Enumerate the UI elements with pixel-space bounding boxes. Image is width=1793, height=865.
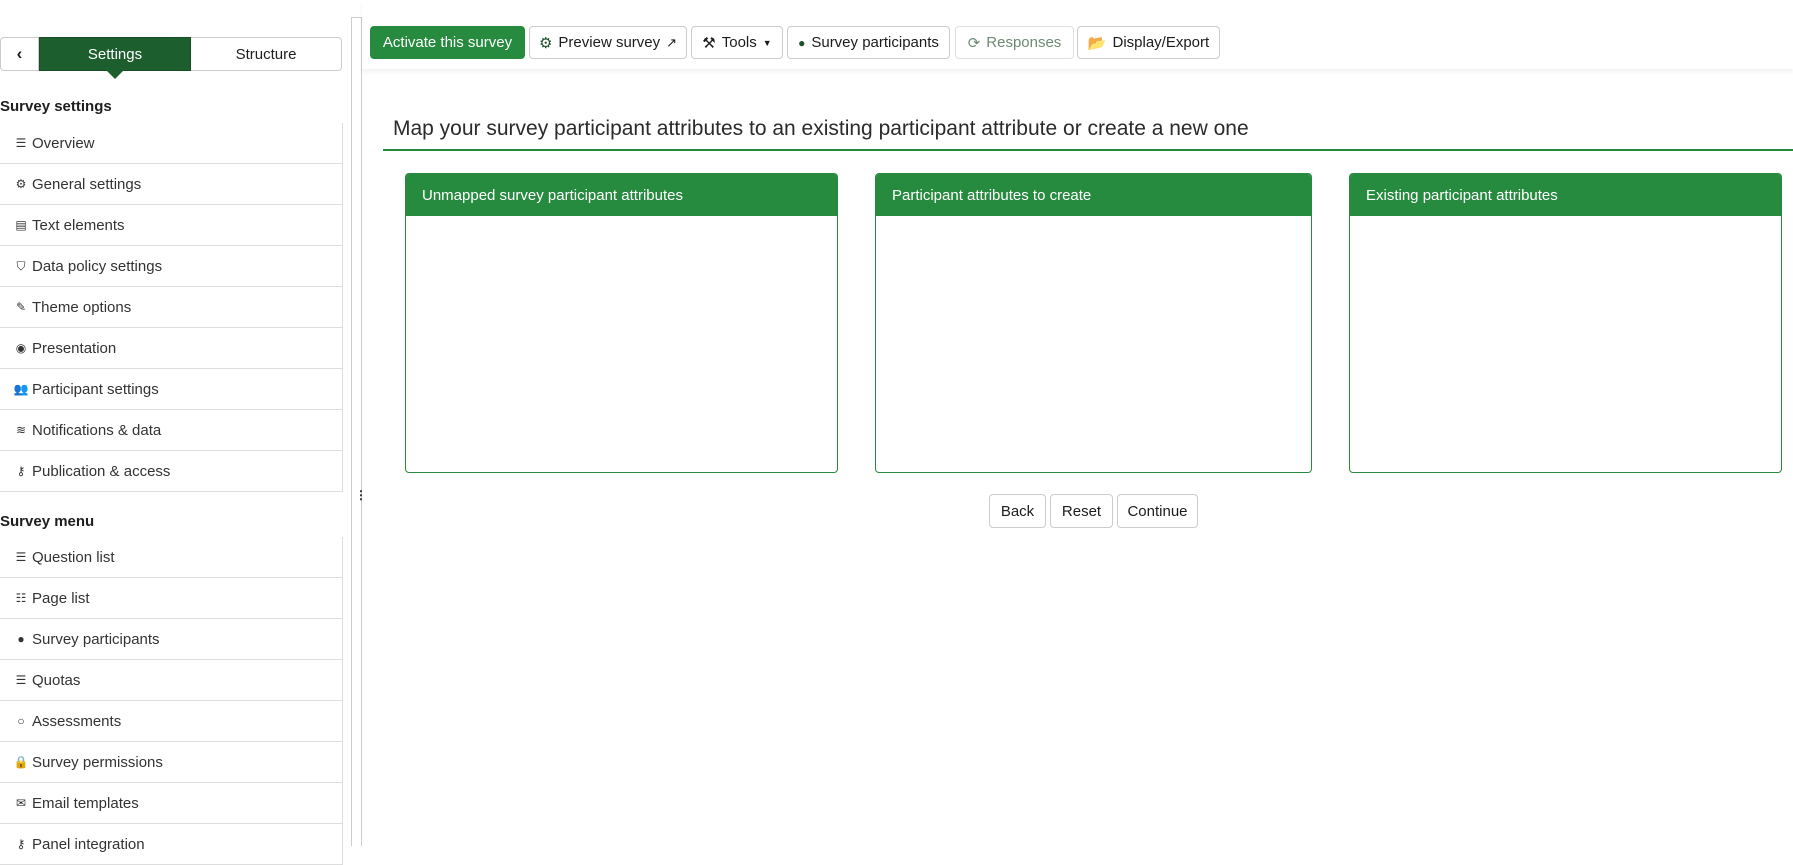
- participants-label: Survey participants: [811, 34, 939, 51]
- sidebar-item-email-templates[interactable]: ✉ Email templates: [0, 783, 343, 824]
- eye-slash-icon: ◉: [15, 341, 27, 355]
- responses-icon: ⟳: [967, 34, 981, 52]
- sidebar-item-assessments[interactable]: ○ Assessments: [0, 701, 343, 742]
- external-link-icon: ↗: [666, 34, 678, 50]
- tasks-icon: ☰: [15, 673, 27, 687]
- sidebar-item-label: Assessments: [32, 712, 122, 730]
- panel-header: Unmapped survey participant attributes: [406, 174, 837, 216]
- user-icon: ●: [798, 35, 806, 50]
- tab-settings[interactable]: Settings: [39, 37, 191, 79]
- sidebar-item-label: Survey permissions: [32, 753, 163, 771]
- sidebar: ‹ Settings Structure Survey settings ☰ Ov…: [0, 0, 343, 865]
- sidebar-item-survey-permissions[interactable]: 🔒 Survey permissions: [0, 742, 343, 783]
- list-icon: ☰: [15, 550, 27, 564]
- panel-header: Existing participant attributes: [1350, 174, 1781, 216]
- tab-structure[interactable]: Structure: [191, 37, 342, 71]
- continue-button[interactable]: Continue: [1117, 494, 1198, 528]
- cog-icon: ⚙: [538, 34, 553, 52]
- sidebar-item-label: Publication & access: [32, 462, 171, 480]
- page-title: Map your survey participant attributes t…: [393, 117, 1249, 140]
- sidebar-item-label: Overview: [32, 134, 95, 152]
- sidebar-item-notifications-data[interactable]: ≋ Notifications & data: [0, 410, 343, 451]
- survey-settings-header: Survey settings: [0, 98, 112, 115]
- sidebar-item-participant-settings[interactable]: 👥 Participant settings: [0, 369, 343, 410]
- attributes-to-create-panel[interactable]: Participant attributes to create: [875, 173, 1312, 473]
- comment-icon: ○: [17, 714, 25, 728]
- unmapped-attributes-panel: Unmapped survey participant attributes: [405, 173, 838, 473]
- sidebar-tabs: ‹ Settings Structure: [0, 37, 342, 79]
- sidebar-item-theme-options[interactable]: ✎ Theme options: [0, 287, 343, 328]
- shield-icon: ⛉: [16, 258, 26, 273]
- sidebar-item-text-elements[interactable]: ▤ Text elements: [0, 205, 343, 246]
- reset-button[interactable]: Reset: [1050, 494, 1113, 528]
- sidebar-item-data-policy-settings[interactable]: ⛉ Data policy settings: [0, 246, 343, 287]
- th-list-icon: ☷: [15, 591, 27, 605]
- list-icon: ☰: [15, 136, 27, 150]
- users-icon: 👥: [13, 382, 29, 396]
- display-export-button[interactable]: 📂 Display/Export: [1077, 26, 1220, 59]
- key-icon: ⚷: [16, 837, 26, 851]
- caret-down-icon: ▼: [762, 37, 772, 48]
- user-icon: ●: [17, 632, 25, 646]
- tools-label: Tools: [721, 34, 757, 51]
- sidebar-item-survey-participants[interactable]: ● Survey participants: [0, 619, 343, 660]
- sidebar-item-label: Page list: [32, 589, 90, 607]
- sidebar-item-label: Theme options: [32, 298, 132, 316]
- envelope-icon: ✉: [15, 796, 27, 810]
- sidebar-item-panel-integration[interactable]: ⚷ Panel integration: [0, 824, 343, 865]
- existing-attributes-panel: Existing participant attributes: [1349, 173, 1782, 473]
- paint-brush-icon: ✎: [15, 300, 27, 314]
- sidebar-item-label: Email templates: [32, 794, 139, 812]
- drag-handle-icon: ⋮: [355, 488, 367, 502]
- tools-dropdown-button[interactable]: ⚒ Tools ▼: [691, 26, 783, 59]
- sidebar-item-publication-access[interactable]: ⚷ Publication & access: [0, 451, 343, 492]
- preview-label: Preview survey: [558, 34, 661, 51]
- sidebar-item-question-list[interactable]: ☰ Question list: [0, 537, 343, 578]
- sidebar-item-label: Survey participants: [32, 630, 160, 648]
- activate-label: Activate this survey: [382, 34, 513, 51]
- survey-participants-button[interactable]: ● Survey participants: [787, 26, 950, 59]
- export-label: Display/Export: [1112, 34, 1210, 51]
- folder-open-icon: 📂: [1087, 34, 1107, 52]
- collapse-sidebar-button[interactable]: ‹: [0, 37, 39, 71]
- key-icon: ⚷: [16, 464, 26, 478]
- title-divider: [383, 149, 1793, 151]
- sidebar-item-label: Participant settings: [32, 380, 159, 398]
- tools-icon: ⚒: [702, 34, 716, 52]
- responses-label: Responses: [986, 34, 1062, 51]
- sidebar-resize-handle[interactable]: ⋮: [351, 17, 367, 846]
- preview-survey-button[interactable]: ⚙ Preview survey ↗: [529, 26, 687, 59]
- sidebar-item-label: Panel integration: [32, 835, 145, 853]
- lock-icon: 🔒: [13, 755, 29, 769]
- responses-button[interactable]: ⟳ Responses: [955, 26, 1074, 59]
- sidebar-item-page-list[interactable]: ☷ Page list: [0, 578, 343, 619]
- rss-icon: ≋: [15, 423, 27, 437]
- sidebar-item-label: Text elements: [32, 216, 125, 234]
- survey-menu-header: Survey menu: [0, 513, 95, 530]
- sidebar-item-overview[interactable]: ☰ Overview: [0, 123, 343, 164]
- sidebar-item-label: General settings: [32, 175, 142, 193]
- file-text-icon: ▤: [15, 218, 27, 232]
- activate-survey-button[interactable]: Activate this survey: [370, 26, 525, 59]
- sidebar-item-presentation[interactable]: ◉ Presentation: [0, 328, 343, 369]
- chevron-left-icon: ‹: [16, 44, 23, 63]
- sidebar-item-label: Data policy settings: [32, 257, 163, 275]
- sidebar-item-label: Quotas: [32, 671, 81, 689]
- sidebar-item-quotas[interactable]: ☰ Quotas: [0, 660, 343, 701]
- sidebar-item-general-settings[interactable]: ⚙ General settings: [0, 164, 343, 205]
- panel-header: Participant attributes to create: [876, 174, 1311, 216]
- sidebar-item-label: Question list: [32, 548, 115, 566]
- sidebar-item-label: Presentation: [32, 339, 117, 357]
- sidebar-item-label: Notifications & data: [32, 421, 162, 439]
- cogs-icon: ⚙: [15, 177, 27, 191]
- back-button[interactable]: Back: [989, 494, 1046, 528]
